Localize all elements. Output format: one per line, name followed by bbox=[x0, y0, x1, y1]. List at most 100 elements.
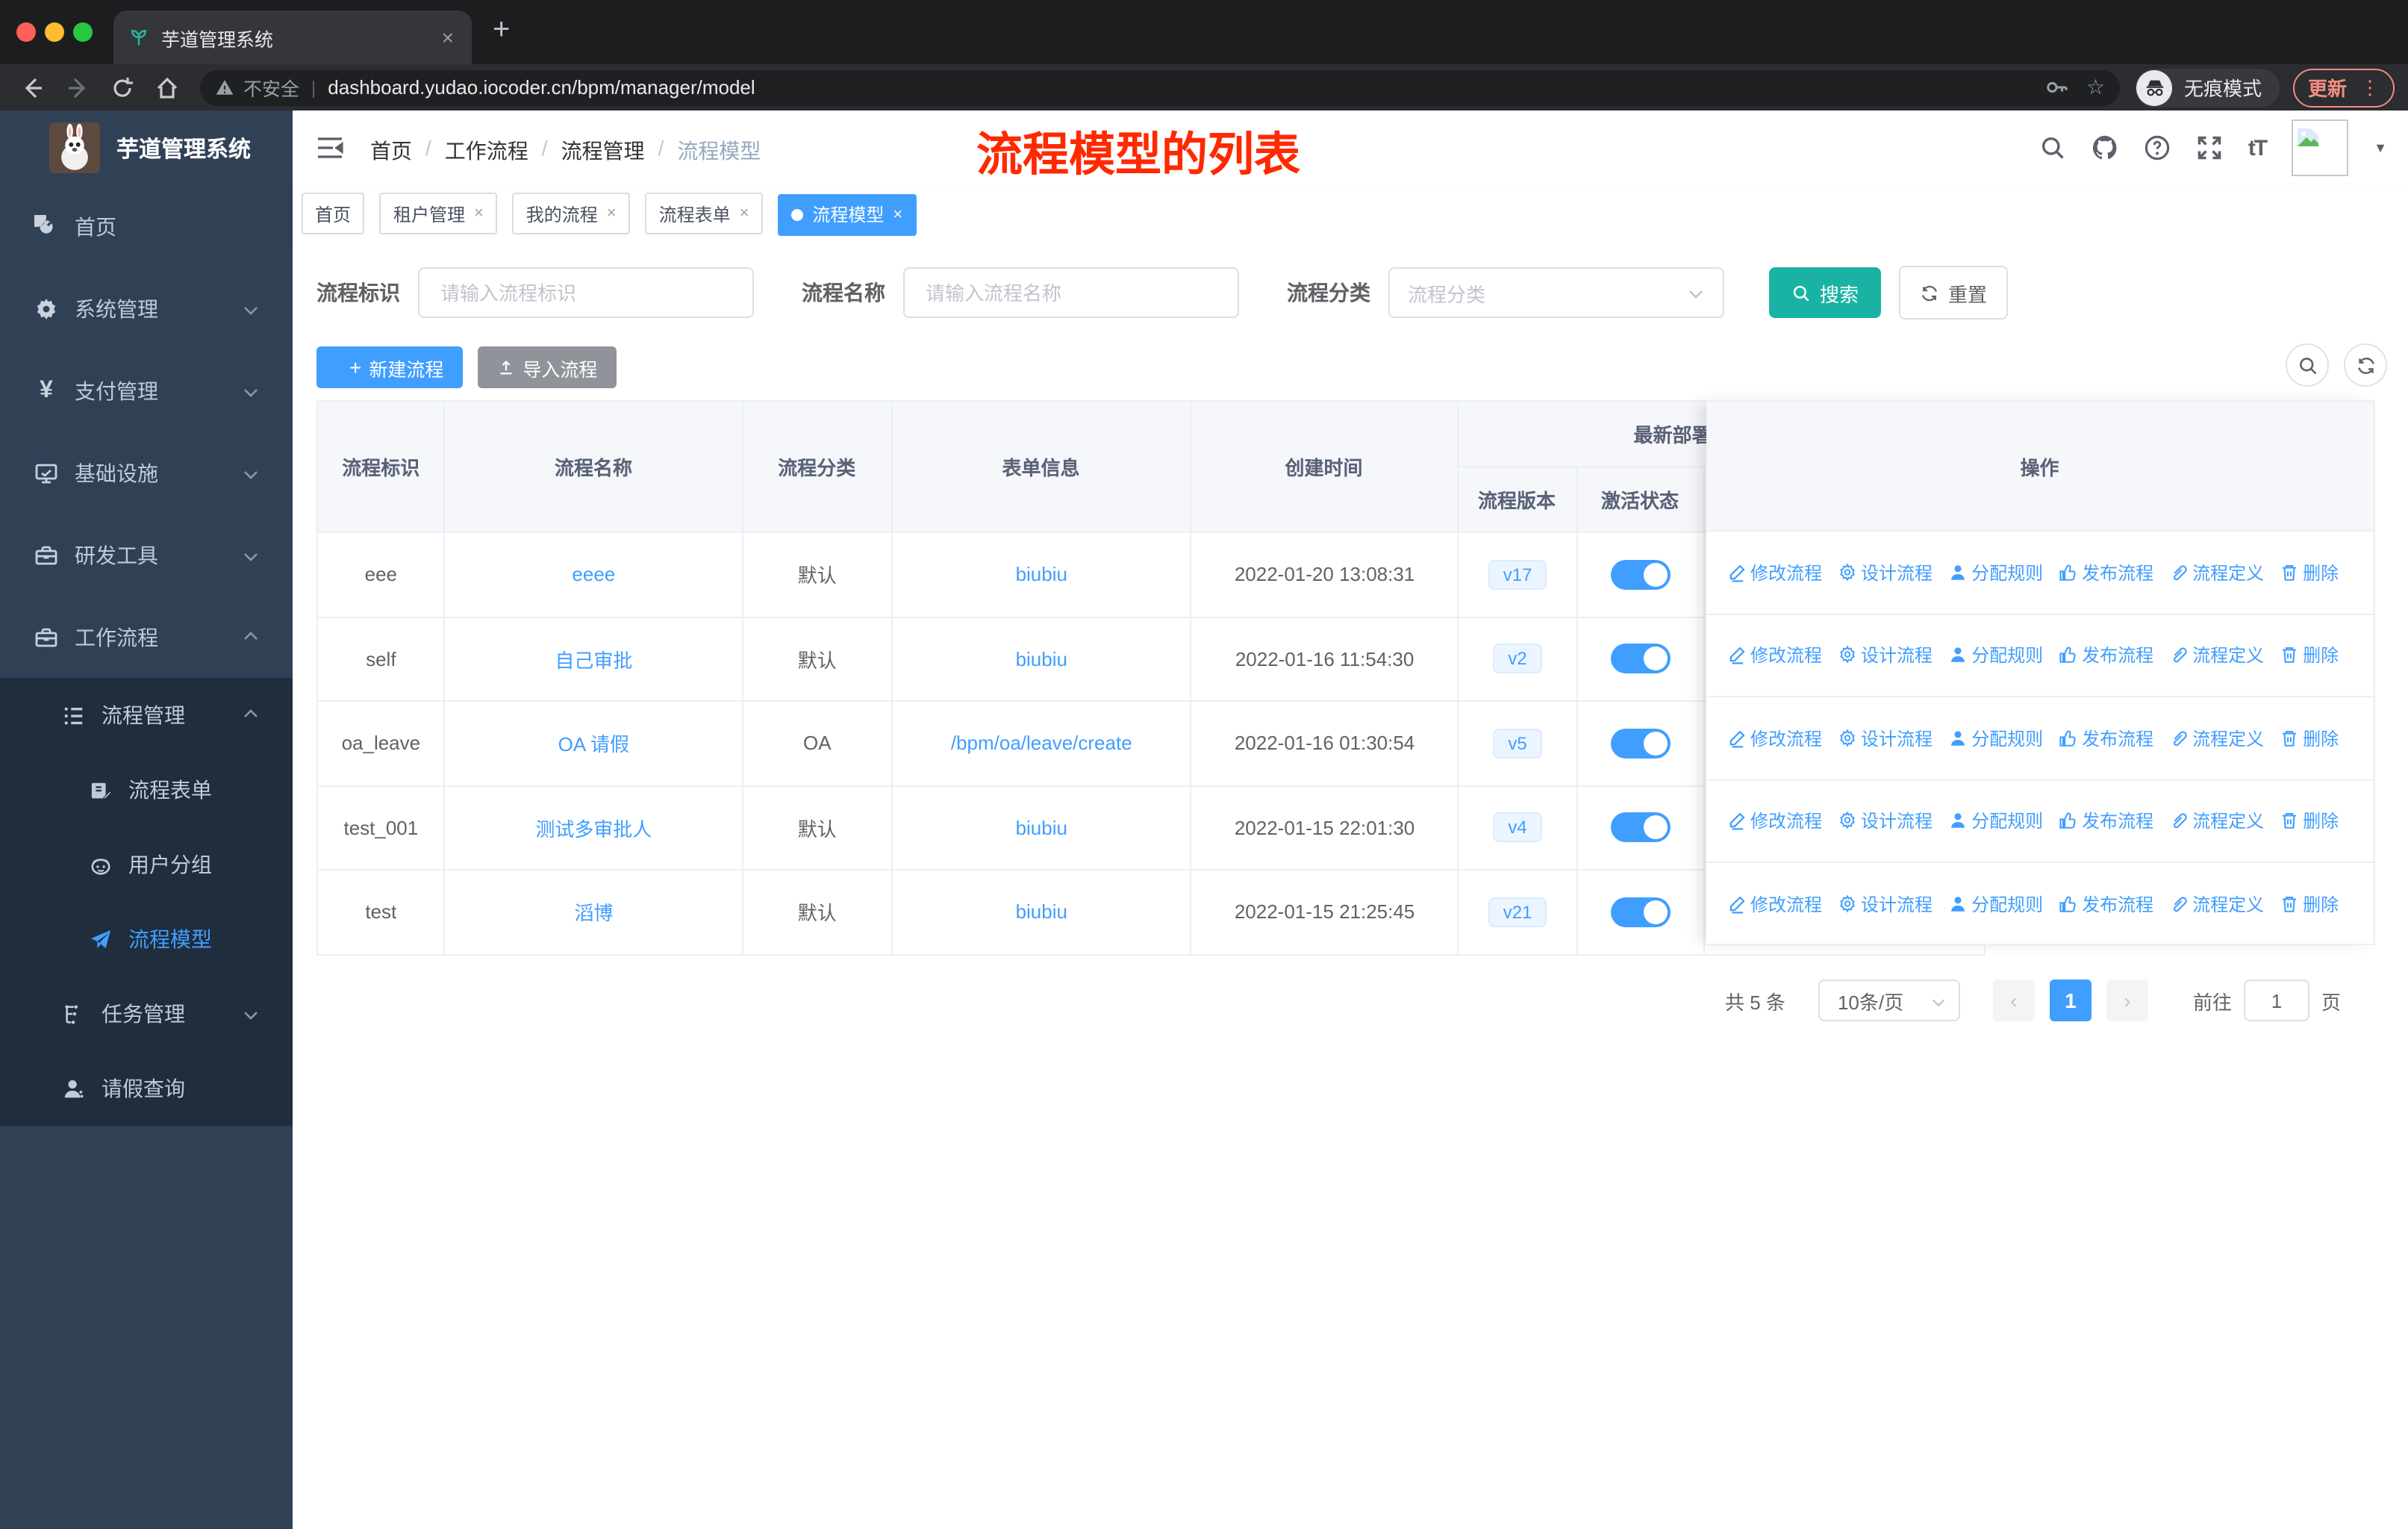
create-process-button[interactable]: + 新建流程 bbox=[316, 346, 464, 388]
version-badge[interactable]: v2 bbox=[1493, 644, 1542, 674]
assign-rule-link[interactable]: 分配规则 bbox=[1947, 726, 2043, 751]
close-icon[interactable]: × bbox=[740, 205, 749, 222]
github-icon[interactable] bbox=[2092, 134, 2118, 161]
tag-home[interactable]: 首页 bbox=[302, 193, 365, 234]
active-toggle[interactable] bbox=[1610, 644, 1671, 674]
breadcrumb-home[interactable]: 首页 bbox=[370, 136, 412, 166]
sidebar-item-workflow[interactable]: 工作流程 bbox=[0, 596, 293, 678]
breadcrumb-process-management[interactable]: 流程管理 bbox=[561, 136, 645, 166]
process-name-link[interactable]: OA 请假 bbox=[558, 729, 629, 758]
process-definition-link[interactable]: 流程定义 bbox=[2168, 560, 2264, 585]
refresh-table-button[interactable] bbox=[2344, 343, 2387, 387]
process-key-input[interactable] bbox=[418, 267, 754, 318]
version-badge[interactable]: v17 bbox=[1488, 559, 1547, 590]
assign-rule-link[interactable]: 分配规则 bbox=[1947, 892, 2043, 918]
key-icon[interactable] bbox=[2046, 76, 2068, 99]
back-icon[interactable] bbox=[21, 75, 45, 99]
page-size-select[interactable]: 10条/页 bbox=[1818, 980, 1960, 1021]
browser-menu-icon[interactable]: ⋮ bbox=[2360, 75, 2380, 99]
delete-link[interactable]: 删除 bbox=[2279, 726, 2339, 751]
bookmark-star-icon[interactable]: ☆ bbox=[2086, 75, 2105, 100]
form-info-link[interactable]: biubiu bbox=[1016, 901, 1067, 924]
sidebar-collapse-icon[interactable] bbox=[316, 134, 343, 161]
home-icon[interactable] bbox=[155, 75, 179, 99]
help-icon[interactable] bbox=[2144, 134, 2171, 161]
sidebar-item-process-model[interactable]: 流程模型 bbox=[0, 902, 293, 977]
edit-process-link[interactable]: 修改流程 bbox=[1727, 726, 1822, 751]
breadcrumb-workflow[interactable]: 工作流程 bbox=[445, 136, 528, 166]
assign-rule-link[interactable]: 分配规则 bbox=[1947, 560, 2043, 585]
sidebar-item-task-management[interactable]: 任务管理 bbox=[0, 977, 293, 1051]
fullscreen-icon[interactable] bbox=[2196, 134, 2223, 161]
process-name-link[interactable]: eeee bbox=[572, 564, 615, 586]
reset-button[interactable]: 重置 bbox=[1899, 266, 2009, 320]
design-process-link[interactable]: 设计流程 bbox=[1837, 560, 1933, 585]
tag-my-process[interactable]: 我的流程 × bbox=[512, 193, 630, 234]
sidebar-item-home[interactable]: 首页 bbox=[0, 185, 293, 267]
edit-process-link[interactable]: 修改流程 bbox=[1727, 643, 1822, 668]
window-minimize-button[interactable] bbox=[45, 22, 64, 42]
tag-process-model[interactable]: 流程模型 × bbox=[778, 193, 917, 235]
browser-update-button[interactable]: 更新 ⋮ bbox=[2293, 68, 2395, 107]
process-category-select[interactable]: 流程分类 bbox=[1388, 267, 1724, 318]
avatar[interactable] bbox=[2292, 119, 2349, 176]
edit-process-link[interactable]: 修改流程 bbox=[1727, 892, 1822, 918]
version-badge[interactable]: v4 bbox=[1493, 812, 1542, 843]
import-process-button[interactable]: 导入流程 bbox=[478, 346, 617, 388]
tag-tenant[interactable]: 租户管理 × bbox=[379, 193, 497, 234]
delete-link[interactable]: 删除 bbox=[2279, 809, 2339, 834]
delete-link[interactable]: 删除 bbox=[2279, 643, 2339, 668]
active-toggle[interactable] bbox=[1610, 897, 1671, 927]
show-search-toggle-button[interactable] bbox=[2286, 343, 2329, 387]
window-close-button[interactable] bbox=[16, 22, 36, 42]
forward-icon[interactable] bbox=[66, 75, 90, 99]
sidebar-item-process-management[interactable]: 流程管理 bbox=[0, 678, 293, 753]
process-name-link[interactable]: 自己审批 bbox=[555, 645, 632, 673]
sidebar-item-user-group[interactable]: 用户分组 bbox=[0, 827, 293, 902]
process-definition-link[interactable]: 流程定义 bbox=[2168, 809, 2264, 834]
process-definition-link[interactable]: 流程定义 bbox=[2168, 643, 2264, 668]
tab-close-icon[interactable]: × bbox=[439, 25, 457, 49]
publish-process-link[interactable]: 发布流程 bbox=[2058, 560, 2153, 585]
active-toggle[interactable] bbox=[1610, 812, 1671, 843]
process-name-link[interactable]: 滔博 bbox=[574, 898, 613, 927]
design-process-link[interactable]: 设计流程 bbox=[1837, 809, 1933, 834]
sidebar-item-system[interactable]: 系统管理 bbox=[0, 267, 293, 349]
design-process-link[interactable]: 设计流程 bbox=[1837, 892, 1933, 918]
window-zoom-button[interactable] bbox=[73, 22, 93, 42]
form-info-link[interactable]: biubiu bbox=[1016, 648, 1067, 670]
tag-process-form[interactable]: 流程表单 × bbox=[645, 193, 763, 234]
publish-process-link[interactable]: 发布流程 bbox=[2058, 726, 2153, 751]
new-tab-button[interactable]: + bbox=[493, 13, 510, 48]
app-logo[interactable]: 芋道管理系统 bbox=[0, 110, 293, 185]
delete-link[interactable]: 删除 bbox=[2279, 892, 2339, 918]
close-icon[interactable]: × bbox=[893, 205, 902, 223]
process-definition-link[interactable]: 流程定义 bbox=[2168, 892, 2264, 918]
publish-process-link[interactable]: 发布流程 bbox=[2058, 643, 2153, 668]
edit-process-link[interactable]: 修改流程 bbox=[1727, 809, 1822, 834]
form-info-link[interactable]: /bpm/oa/leave/create bbox=[951, 732, 1132, 755]
sidebar-item-leave-query[interactable]: 请假查询 bbox=[0, 1051, 293, 1126]
search-icon[interactable] bbox=[2039, 134, 2066, 161]
sidebar-item-dev-tools[interactable]: 研发工具 bbox=[0, 514, 293, 596]
process-definition-link[interactable]: 流程定义 bbox=[2168, 726, 2264, 751]
version-badge[interactable]: v5 bbox=[1493, 728, 1542, 759]
assign-rule-link[interactable]: 分配规则 bbox=[1947, 809, 2043, 834]
form-info-link[interactable]: biubiu bbox=[1016, 817, 1067, 839]
sidebar-item-payment[interactable]: ¥ 支付管理 bbox=[0, 349, 293, 432]
search-button[interactable]: 搜索 bbox=[1769, 267, 1882, 318]
next-page-button[interactable]: › bbox=[2106, 980, 2148, 1021]
assign-rule-link[interactable]: 分配规则 bbox=[1947, 643, 2043, 668]
caret-down-icon[interactable]: ▼ bbox=[2374, 140, 2387, 155]
form-info-link[interactable]: biubiu bbox=[1016, 564, 1067, 586]
version-badge[interactable]: v21 bbox=[1488, 897, 1547, 927]
prev-page-button[interactable]: ‹ bbox=[1992, 980, 2035, 1021]
active-toggle[interactable] bbox=[1610, 728, 1671, 759]
address-bar[interactable]: 不安全 | dashboard.yudao.iocoder.cn/bpm/man… bbox=[200, 69, 2120, 105]
close-icon[interactable]: × bbox=[474, 205, 484, 222]
reload-icon[interactable] bbox=[110, 75, 134, 99]
publish-process-link[interactable]: 发布流程 bbox=[2058, 892, 2153, 918]
design-process-link[interactable]: 设计流程 bbox=[1837, 643, 1933, 668]
font-size-icon[interactable]: tT bbox=[2248, 135, 2268, 161]
process-name-link[interactable]: 测试多审批人 bbox=[535, 814, 652, 842]
